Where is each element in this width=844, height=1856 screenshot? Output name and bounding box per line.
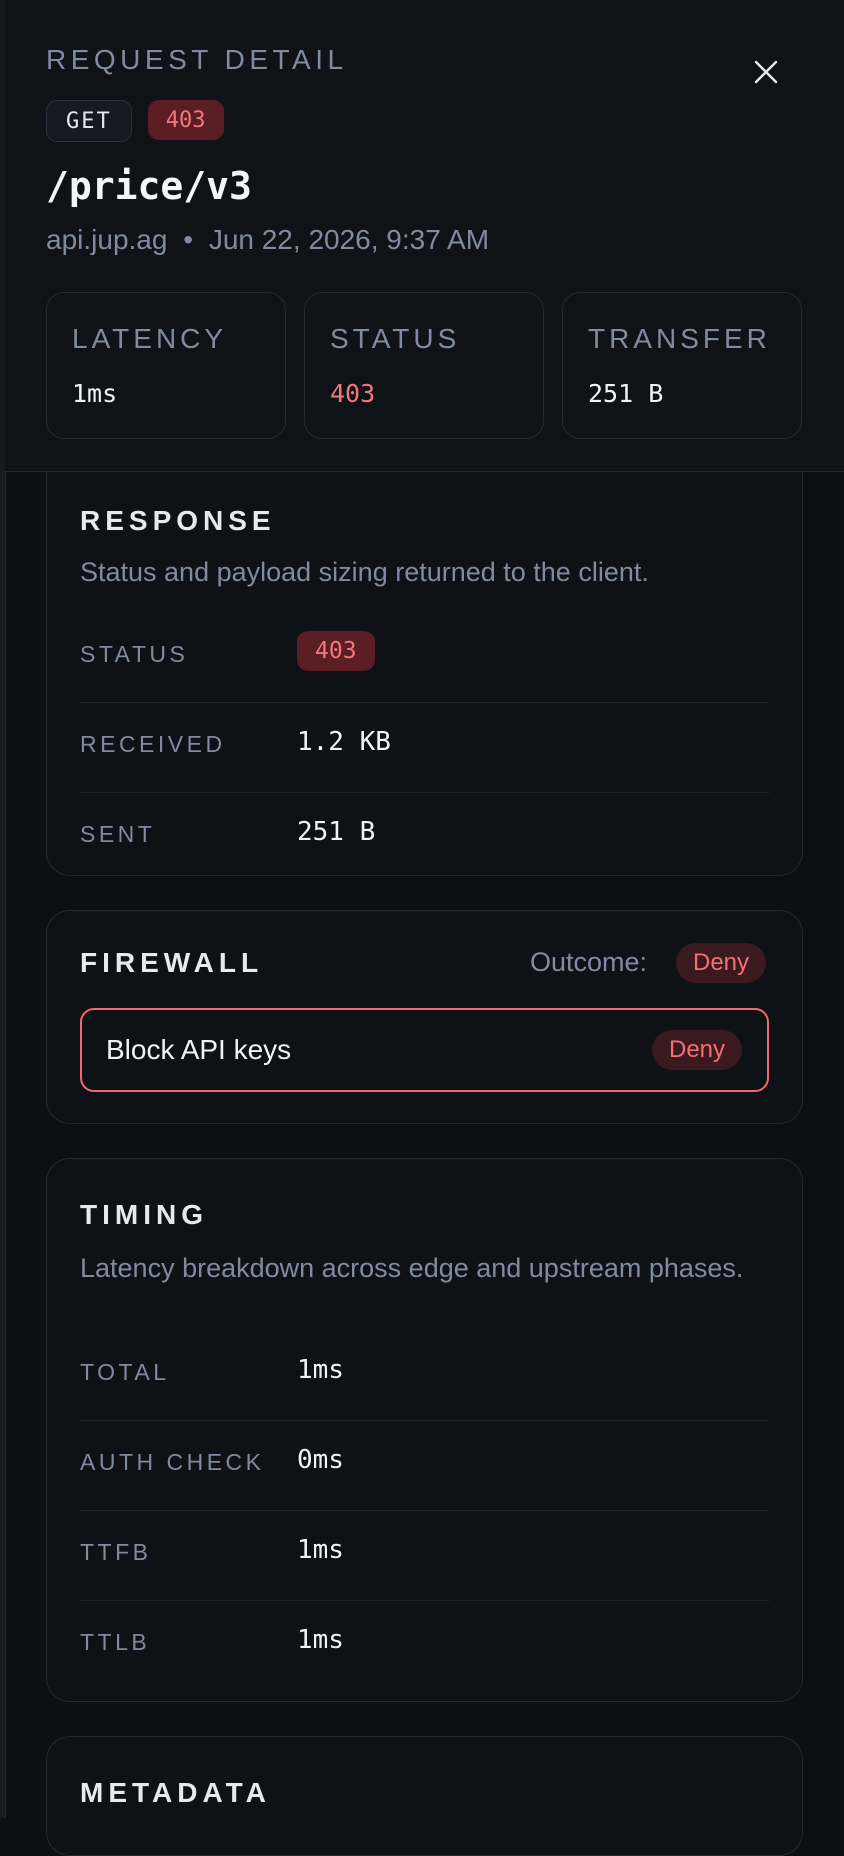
stat-label: LATENCY: [72, 323, 228, 354]
timing-row-label: AUTH CHECK: [80, 1449, 265, 1475]
timing-row-auth-check: AUTH CHECK 0ms: [80, 1421, 769, 1511]
timing-row-label: TOTAL: [80, 1359, 170, 1385]
firewall-title: FIREWALL: [80, 947, 264, 978]
request-timestamp: Jun 22, 2026, 9:37 AM: [208, 224, 490, 255]
timing-row-value: 0ms: [297, 1445, 344, 1475]
separator-dot: •: [183, 224, 194, 255]
timing-title: TIMING: [80, 1199, 208, 1230]
request-host-line: api.jup.ag • Jun 22, 2026, 9:37 AM: [46, 224, 489, 256]
firewall-outcome-badge: Deny: [676, 943, 767, 983]
stat-transfer: TRANSFER 251 B: [562, 292, 802, 439]
response-row-value: 1.2 KB: [297, 727, 391, 757]
response-title: RESPONSE: [80, 505, 276, 536]
timing-row-value: 1ms: [297, 1355, 344, 1385]
timing-row-label: TTFB: [80, 1539, 152, 1565]
response-row-status: STATUS 403: [80, 613, 769, 703]
response-status-badge: 403: [297, 631, 375, 671]
stat-latency: LATENCY 1ms: [46, 292, 286, 439]
response-row-label: RECEIVED: [80, 731, 226, 757]
stat-label: STATUS: [330, 323, 461, 354]
stat-value: 251 B: [588, 379, 664, 408]
timing-card: TIMING Latency breakdown across edge and…: [46, 1158, 803, 1702]
timing-row-label: TTLB: [80, 1629, 151, 1655]
response-row-sent: SENT 251 B: [80, 793, 769, 883]
close-button[interactable]: [746, 52, 786, 92]
timing-row-ttlb: TTLB 1ms: [80, 1601, 769, 1691]
metadata-card: METADATA: [46, 1736, 803, 1856]
timing-row-total: TOTAL 1ms: [80, 1331, 769, 1421]
stat-label: TRANSFER: [588, 323, 771, 354]
response-card: RESPONSE Status and payload sizing retur…: [46, 452, 803, 876]
response-row-label: STATUS: [80, 641, 189, 667]
firewall-rule-item[interactable]: Block API keys Deny: [80, 1008, 769, 1092]
close-icon: [754, 60, 778, 84]
firewall-rule-action-badge: Deny: [652, 1030, 743, 1070]
request-path: /price/v3: [46, 164, 252, 208]
timing-row-value: 1ms: [297, 1625, 344, 1655]
request-badges: GET 403: [46, 100, 224, 142]
request-detail-header: REQUEST DETAIL GET 403 /price/v3 api.jup…: [5, 0, 844, 472]
firewall-outcome-label: Outcome:: [530, 947, 648, 977]
timing-row-ttfb: TTFB 1ms: [80, 1511, 769, 1601]
panel-eyebrow: REQUEST DETAIL: [46, 44, 348, 75]
response-row-received: RECEIVED 1.2 KB: [80, 703, 769, 793]
stat-value: 403: [330, 379, 376, 408]
stat-status: STATUS 403: [304, 292, 544, 439]
response-row-value: 251 B: [297, 817, 376, 847]
firewall-rule-name: Block API keys: [106, 1034, 292, 1065]
stat-value: 1ms: [72, 379, 118, 408]
request-host: api.jup.ag: [46, 224, 168, 255]
timing-row-value: 1ms: [297, 1535, 344, 1565]
metadata-title: METADATA: [80, 1777, 271, 1808]
status-badge: 403: [147, 100, 224, 140]
response-row-label: SENT: [80, 821, 156, 847]
response-subtitle: Status and payload sizing returned to th…: [80, 557, 649, 587]
method-badge: GET: [46, 100, 132, 142]
firewall-card: FIREWALL Outcome: Deny Block API keys De…: [46, 910, 803, 1124]
timing-subtitle: Latency breakdown across edge and upstre…: [80, 1253, 744, 1283]
